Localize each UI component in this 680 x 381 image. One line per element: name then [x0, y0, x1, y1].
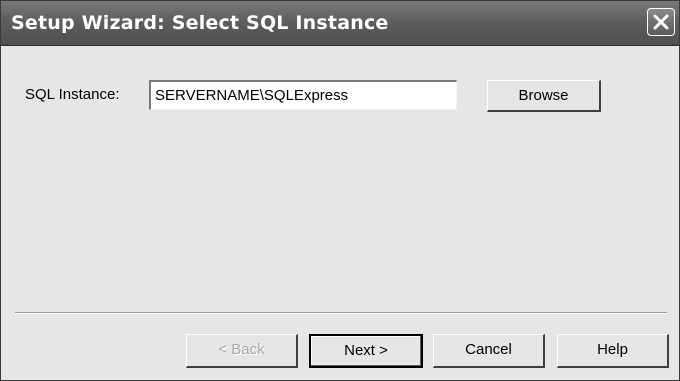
browse-button[interactable]: Browse — [487, 80, 601, 112]
next-button[interactable]: Next > — [309, 334, 423, 368]
dialog-body: SQL Instance: Browse < Back Next > Cance… — [1, 46, 679, 380]
help-button[interactable]: Help — [557, 334, 669, 368]
cancel-button-label: Cancel — [465, 341, 512, 358]
back-button-label: < Back — [218, 341, 265, 358]
help-button-label: Help — [597, 341, 628, 358]
window-title: Setup Wizard: Select SQL Instance — [11, 12, 389, 34]
setup-wizard-dialog: Setup Wizard: Select SQL Instance SQL In… — [0, 0, 680, 381]
close-button[interactable] — [647, 8, 675, 36]
browse-button-label: Browse — [518, 87, 569, 104]
sql-instance-label: SQL Instance: — [25, 86, 120, 103]
next-button-label: Next > — [344, 342, 388, 359]
back-button[interactable]: < Back — [186, 334, 298, 368]
title-bar[interactable]: Setup Wizard: Select SQL Instance — [1, 1, 679, 46]
sql-instance-input[interactable] — [149, 80, 457, 110]
cancel-button[interactable]: Cancel — [433, 334, 545, 368]
close-icon — [653, 14, 669, 30]
separator-line — [15, 312, 667, 314]
